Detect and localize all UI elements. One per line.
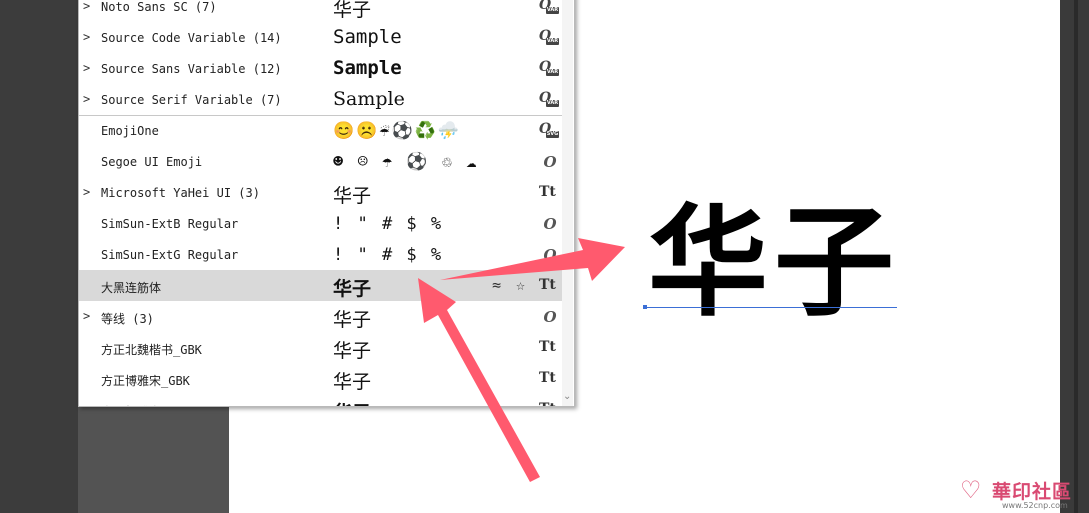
watermark: ♡ 華印社區 www.52cnp.com (958, 474, 1089, 513)
watermark-url: www.52cnp.com (1002, 501, 1068, 510)
watermark-logo-icon: ♡ (960, 476, 982, 504)
annotation-arrows (418, 238, 625, 482)
watermark-title: 華印社區 (992, 481, 1073, 503)
arrow-up-annotation (418, 278, 540, 482)
arrow-right-annotation (440, 238, 625, 281)
